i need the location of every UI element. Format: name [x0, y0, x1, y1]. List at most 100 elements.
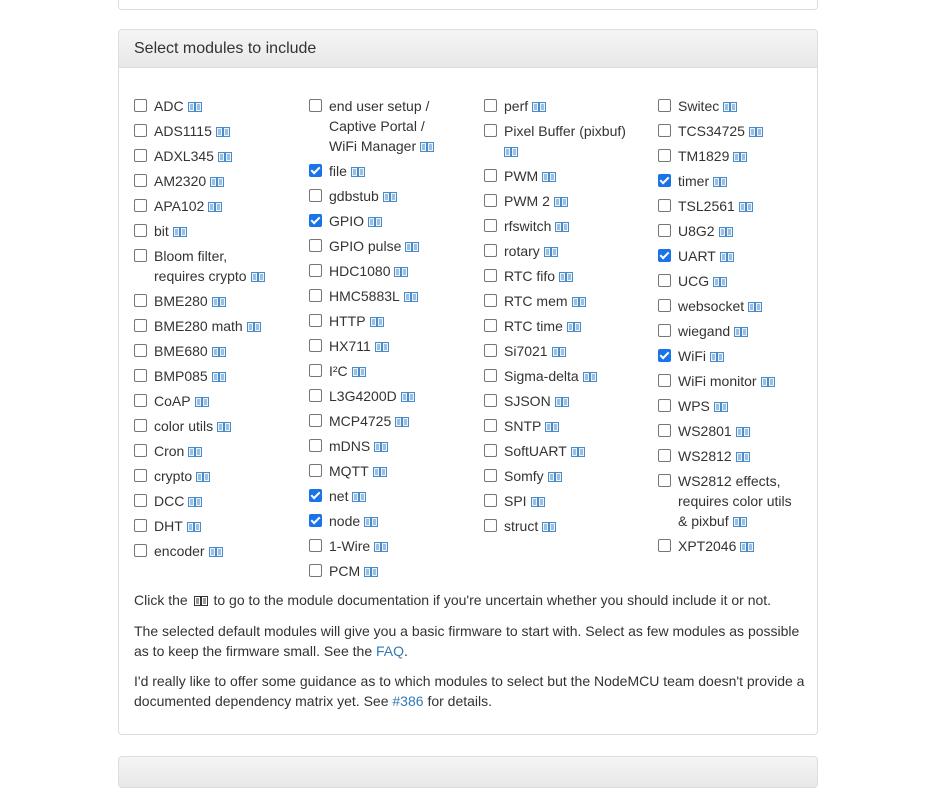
book-icon[interactable]: [738, 202, 753, 212]
module-item[interactable]: HMC5883L: [309, 286, 477, 306]
book-icon[interactable]: [748, 127, 763, 137]
book-icon[interactable]: [710, 352, 724, 362]
module-item[interactable]: DCC: [134, 491, 302, 511]
module-item[interactable]: GPIO: [309, 211, 477, 231]
module-checkbox[interactable]: [309, 164, 322, 177]
module-item[interactable]: WiFi monitor: [658, 371, 826, 391]
book-icon[interactable]: [723, 102, 738, 112]
book-icon[interactable]: [420, 142, 435, 152]
module-checkbox[interactable]: [658, 374, 671, 387]
module-item[interactable]: PCM: [309, 561, 477, 581]
module-item[interactable]: RTC mem: [484, 291, 652, 311]
module-item[interactable]: TCS34725: [658, 121, 826, 141]
module-checkbox[interactable]: [484, 124, 497, 137]
module-item[interactable]: HTTP: [309, 311, 477, 331]
module-checkbox[interactable]: [134, 419, 147, 432]
module-item[interactable]: ADC: [134, 96, 302, 116]
book-icon[interactable]: [582, 372, 597, 382]
book-icon[interactable]: [542, 172, 557, 182]
module-item[interactable]: ADS1115: [134, 121, 302, 141]
module-checkbox[interactable]: [484, 494, 497, 507]
module-checkbox[interactable]: [309, 389, 322, 402]
module-item[interactable]: 1-Wire: [309, 536, 477, 556]
module-checkbox[interactable]: [134, 344, 147, 357]
module-checkbox[interactable]: [309, 539, 322, 552]
module-checkbox[interactable]: [658, 539, 671, 552]
book-icon[interactable]: [719, 252, 734, 262]
module-item[interactable]: mDNS: [309, 436, 477, 456]
module-checkbox[interactable]: [484, 419, 497, 432]
module-item[interactable]: CoAP: [134, 391, 302, 411]
book-icon[interactable]: [713, 177, 728, 187]
module-item[interactable]: SJSON: [484, 391, 652, 411]
book-icon[interactable]: [374, 442, 389, 452]
module-item[interactable]: Sigma-delta: [484, 366, 652, 386]
module-item[interactable]: BME280 math: [134, 316, 302, 336]
module-item[interactable]: WPS: [658, 396, 826, 416]
module-checkbox[interactable]: [658, 449, 671, 462]
module-item[interactable]: BME680: [134, 341, 302, 361]
module-item[interactable]: gdbstub: [309, 186, 477, 206]
module-item[interactable]: UART: [658, 246, 826, 266]
module-checkbox[interactable]: [484, 244, 497, 257]
book-icon[interactable]: [246, 322, 261, 332]
module-checkbox[interactable]: [309, 514, 322, 527]
module-checkbox[interactable]: [484, 394, 497, 407]
module-item[interactable]: SoftUART: [484, 441, 652, 461]
module-item[interactable]: L3G4200D: [309, 386, 477, 406]
module-checkbox[interactable]: [658, 399, 671, 412]
book-icon[interactable]: [364, 567, 379, 577]
book-icon[interactable]: [718, 227, 733, 237]
module-item[interactable]: AM2320: [134, 171, 302, 191]
book-icon[interactable]: [547, 472, 562, 482]
module-checkbox[interactable]: [658, 124, 671, 137]
module-checkbox[interactable]: [134, 319, 147, 332]
module-checkbox[interactable]: [484, 319, 497, 332]
module-checkbox[interactable]: [484, 344, 497, 357]
book-icon[interactable]: [372, 467, 387, 477]
book-icon[interactable]: [735, 452, 750, 462]
module-checkbox[interactable]: [134, 99, 147, 112]
module-item[interactable]: crypto: [134, 466, 302, 486]
book-icon[interactable]: [394, 267, 409, 277]
book-icon[interactable]: [559, 272, 574, 282]
module-checkbox[interactable]: [658, 474, 671, 487]
book-icon[interactable]: [188, 497, 203, 507]
book-icon[interactable]: [553, 197, 568, 207]
module-item[interactable]: WS2801: [658, 421, 826, 441]
book-icon[interactable]: [555, 222, 570, 232]
module-item[interactable]: color utils: [134, 416, 302, 436]
module-checkbox[interactable]: [134, 394, 147, 407]
module-checkbox[interactable]: [134, 224, 147, 237]
module-checkbox[interactable]: [309, 99, 322, 112]
module-item[interactable]: WiFi: [658, 346, 826, 366]
book-icon[interactable]: [713, 277, 728, 287]
module-item[interactable]: struct: [484, 516, 652, 536]
module-checkbox[interactable]: [484, 469, 497, 482]
module-item[interactable]: I²C: [309, 361, 477, 381]
module-checkbox[interactable]: [309, 489, 322, 502]
module-item[interactable]: MCP4725: [309, 411, 477, 431]
module-checkbox[interactable]: [484, 444, 497, 457]
module-checkbox[interactable]: [134, 174, 147, 187]
module-checkbox[interactable]: [309, 264, 322, 277]
module-item[interactable]: Si7021: [484, 341, 652, 361]
module-checkbox[interactable]: [658, 199, 671, 212]
book-icon[interactable]: [217, 152, 232, 162]
module-checkbox[interactable]: [134, 249, 147, 262]
module-checkbox[interactable]: [309, 314, 322, 327]
book-icon[interactable]: [188, 447, 203, 457]
module-item[interactable]: Cron: [134, 441, 302, 461]
book-icon[interactable]: [364, 517, 379, 527]
module-item[interactable]: RTC fifo: [484, 266, 652, 286]
module-checkbox[interactable]: [658, 349, 671, 362]
book-icon[interactable]: [566, 322, 581, 332]
issue-386-link[interactable]: #386: [392, 693, 423, 709]
module-checkbox[interactable]: [658, 299, 671, 312]
module-item[interactable]: PWM: [484, 166, 652, 186]
module-checkbox[interactable]: [309, 414, 322, 427]
module-item[interactable]: Switec: [658, 96, 826, 116]
module-item[interactable]: APA102: [134, 196, 302, 216]
module-item[interactable]: U8G2: [658, 221, 826, 241]
module-item[interactable]: WS2812: [658, 446, 826, 466]
